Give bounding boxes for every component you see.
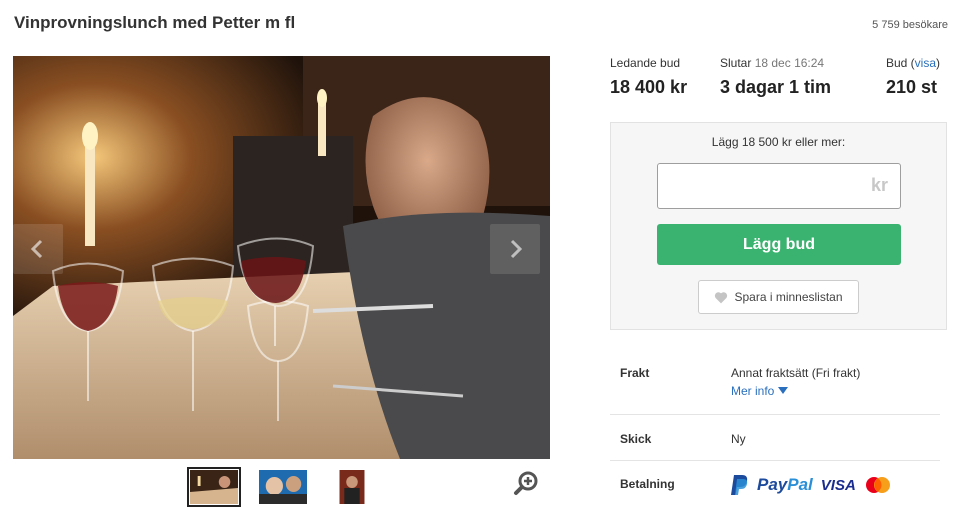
chevron-left-icon	[30, 239, 43, 259]
payment-row: Betalning PayPal VISA	[610, 461, 940, 511]
thumbnail-2[interactable]	[256, 467, 310, 507]
main-photo[interactable]	[13, 56, 550, 459]
ends-date: 18 dec 16:24	[754, 56, 825, 70]
more-info-link[interactable]: Mer info	[731, 384, 860, 398]
visitor-count: 5 759 besökare	[872, 19, 948, 31]
dinner-photo-image	[13, 56, 550, 459]
page-title: Vinprovningslunch med Petter m fl	[14, 13, 296, 32]
caret-down-icon	[777, 387, 788, 394]
paypal-logo-icon	[731, 475, 748, 495]
shipping-row: Frakt Annat fraktsätt (Fri frakt) Mer in…	[610, 352, 940, 415]
currency-suffix: kr	[870, 175, 888, 195]
shipping-label: Frakt	[620, 366, 650, 380]
bid-prompt: Lägg 18 500 kr eller mer:	[711, 135, 846, 149]
payment-label: Betalning	[620, 477, 675, 491]
save-to-watchlist-button[interactable]: Spara i minneslistan	[698, 280, 859, 314]
condition-row: Skick Ny	[610, 415, 940, 461]
previous-image-button[interactable]	[13, 224, 63, 274]
next-image-button[interactable]	[490, 224, 540, 274]
ends-label: Slutar	[720, 56, 752, 70]
paypal-wordmark: PayPal	[757, 475, 813, 495]
shipping-value: Annat fraktsätt (Fri frakt)	[731, 366, 861, 380]
auction-stats: Ledande bud 18 400 kr Slutar 18 dec 16:2…	[610, 56, 948, 106]
listing-details: Frakt Annat fraktsätt (Fri frakt) Mer in…	[610, 352, 940, 511]
save-label: Spara i minneslistan	[734, 290, 843, 304]
heart-icon	[715, 291, 728, 303]
condition-label: Skick	[620, 432, 652, 446]
thumbnail-1[interactable]	[187, 467, 241, 507]
mastercard-logo-icon	[865, 477, 890, 493]
thumbnail-strip	[187, 467, 379, 507]
bid-count-value: 210 st	[885, 77, 937, 97]
chevron-right-icon	[510, 239, 523, 259]
paypal-pay-text: Pay	[757, 475, 788, 494]
paypal-pal-text: Pal	[787, 475, 813, 494]
visa-logo: VISA	[820, 476, 856, 494]
more-info-label: Mer info	[731, 384, 775, 398]
magnifier-plus-icon	[514, 471, 538, 495]
bid-panel: Lägg 18 500 kr eller mer: kr Lägg bud Sp…	[610, 122, 947, 330]
bid-count: Bud (visa) 210 st	[885, 56, 940, 97]
leading-bid-label: Ledande bud	[610, 56, 681, 70]
payment-methods: PayPal VISA	[731, 474, 892, 496]
show-bids-link[interactable]: visa	[915, 56, 936, 70]
thumbnail-3[interactable]	[325, 467, 379, 507]
condition-value: Ny	[731, 432, 746, 446]
time-remaining: 3 dagar 1 tim	[720, 77, 832, 97]
bid-amount-input[interactable]	[666, 164, 860, 208]
leading-bid: Ledande bud 18 400 kr	[610, 56, 687, 98]
leading-bid-value: 18 400 kr	[610, 77, 688, 97]
zoom-button[interactable]	[513, 470, 539, 501]
ends-at: Slutar 18 dec 16:24 3 dagar 1 tim	[720, 56, 831, 98]
place-bid-button[interactable]: Lägg bud	[657, 224, 901, 265]
bids-label: Bud	[885, 56, 908, 70]
bid-amount-field[interactable]: kr	[657, 163, 901, 209]
